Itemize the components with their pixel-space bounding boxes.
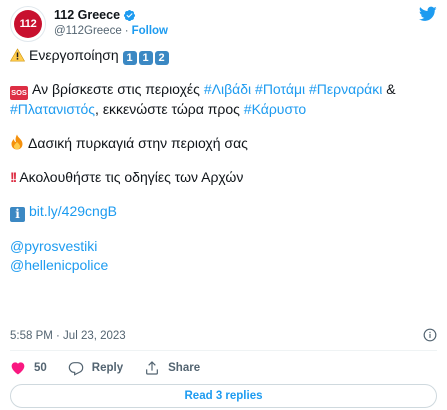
display-name[interactable]: 112 Greece [54, 8, 120, 22]
fire-icon [11, 134, 23, 150]
reply-label: Reply [91, 362, 124, 374]
share-icon [146, 361, 159, 375]
share-button[interactable]: Share [144, 360, 200, 376]
hashtag-link[interactable]: #Πλατανιστός [10, 101, 95, 117]
tweet-card: 112 112 Greece @112Greece · Follow Ενεργοπ… [0, 0, 447, 410]
comma: , [95, 101, 99, 117]
activation-text: Ενεργοποίηση [29, 47, 119, 63]
mention-link[interactable]: @pyrosvestiki [10, 238, 97, 254]
read-replies-button[interactable]: Read 3 replies [10, 384, 437, 408]
tweet-line-fire: Δασική πυρκαγιά στην περιοχή σας [10, 134, 435, 153]
double-exclamation-icon: !! [10, 169, 17, 185]
hashtag-link[interactable]: #Περναράκι [309, 81, 382, 97]
ampersand: & [386, 81, 396, 97]
action-bar: 50 Reply Share [10, 360, 221, 376]
avatar-logo: 112 [14, 10, 42, 38]
follow-button[interactable]: Follow [132, 25, 168, 37]
share-label: Share [168, 362, 201, 374]
handle[interactable]: @112Greece [54, 25, 122, 37]
evacuate-suffix: εκκενώστε τώρα προς [102, 101, 240, 117]
fire-text: Δασική πυρκαγιά στην περιοχή σας [28, 135, 248, 151]
like-button[interactable]: 50 [10, 360, 47, 376]
instructions-text: Ακολουθήστε τις οδηγίες των Αρχών [19, 169, 244, 185]
info-icon: i [10, 207, 25, 222]
handle-row: @112Greece · Follow [54, 25, 168, 37]
hashtag-link[interactable]: #Κάρυστο [244, 101, 306, 117]
tweet-line-activation: Ενεργοποίηση 112 [10, 46, 435, 65]
tweet-line-link: i bit.ly/429cngB [10, 202, 435, 222]
evacuate-prefix: Αν βρίσκεστε στις περιοχές [32, 81, 200, 97]
warning-icon [10, 48, 25, 62]
tweet-text: Ενεργοποίηση 112 SOS Αν βρίσκεστε στις πε… [10, 46, 435, 275]
keycap-2-icon: 2 [154, 51, 169, 65]
verified-badge-icon [123, 9, 136, 21]
like-count: 50 [34, 362, 47, 374]
tweet-line-evacuate: SOS Αν βρίσκεστε στις περιοχές #Λιβάδι #Π… [10, 80, 435, 119]
twitter-bird-icon[interactable] [419, 6, 437, 22]
hashtag-link[interactable]: #Ποτάμι [255, 81, 305, 97]
name-row: 112 Greece [54, 8, 168, 22]
heart-icon [11, 362, 25, 375]
tweet-header: 112 112 Greece @112Greece · Follow [10, 6, 437, 42]
tweet-line-mentions: @pyrosvestiki @hellenicpolice [10, 237, 435, 275]
divider [10, 350, 437, 351]
hashtag-link[interactable]: #Λιβάδι [204, 81, 251, 97]
reply-icon [68, 362, 84, 376]
mention-link[interactable]: @hellenicpolice [10, 257, 108, 273]
separator-dot: · [124, 25, 129, 37]
reply-button[interactable]: Reply [68, 360, 123, 376]
timestamp[interactable]: 5:58 PM · Jul 23, 2023 [10, 330, 126, 342]
short-link[interactable]: bit.ly/429cngB [29, 203, 117, 219]
info-circle-icon[interactable] [423, 328, 437, 342]
author-block: 112 Greece @112Greece · Follow [54, 8, 168, 37]
keycap-1-icon: 1 [138, 51, 153, 65]
keycap-1-icon: 1 [122, 51, 137, 65]
tweet-line-instructions: !! Ακολουθήστε τις οδηγίες των Αρχών [10, 168, 435, 187]
avatar[interactable]: 112 [10, 6, 46, 42]
sos-icon: SOS [10, 86, 28, 100]
